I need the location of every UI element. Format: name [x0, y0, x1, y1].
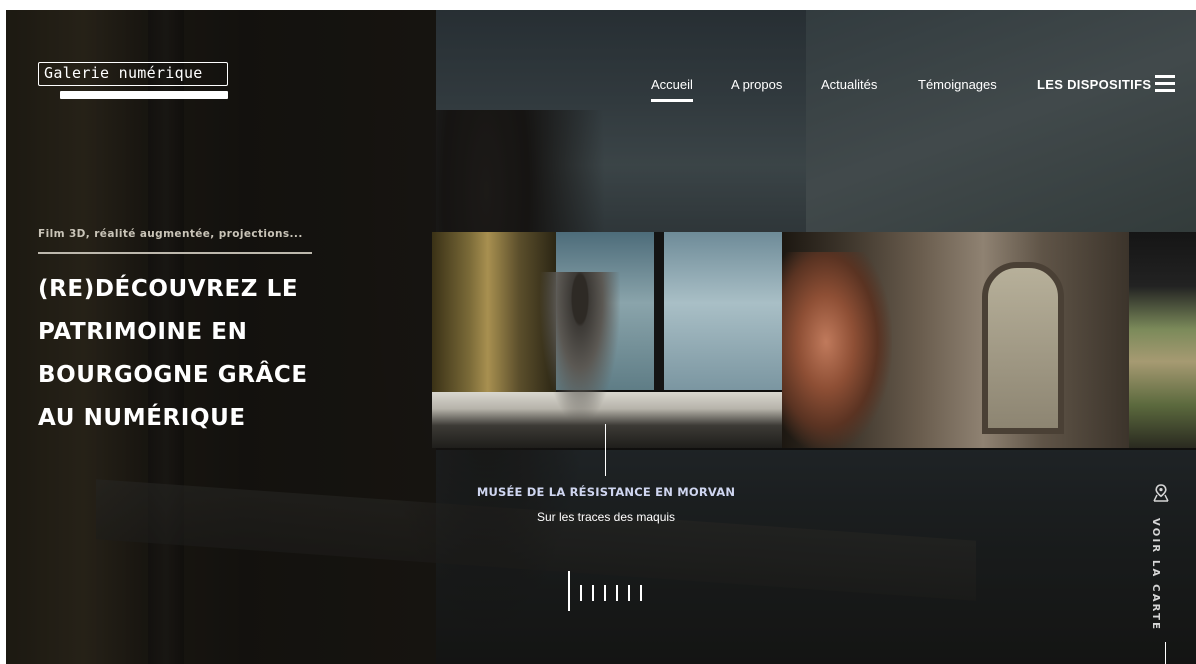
carousel-slide-abbey[interactable] — [782, 232, 1129, 448]
slide-subtitle: Sur les traces des maquis — [536, 510, 676, 524]
nav-item-les-dispositifs[interactable]: LES DISPOSITIFS — [1037, 77, 1151, 92]
carousel-pager — [568, 571, 658, 613]
pager-dot[interactable] — [592, 585, 594, 601]
slide-connector-line — [605, 424, 606, 476]
eyebrow-divider — [38, 252, 312, 254]
page: Galerie numérique Accueil A propos Actua… — [6, 10, 1196, 664]
nav-item-accueil[interactable]: Accueil — [651, 77, 693, 102]
map-pin-icon — [1153, 484, 1169, 502]
slide-title[interactable]: MUSÉE DE LA RÉSISTANCE EN MORVAN — [436, 485, 776, 499]
carousel-slide-resistance[interactable] — [432, 232, 782, 448]
pager-dot[interactable] — [640, 585, 642, 601]
headline-line: AU NUMÉRIQUE — [38, 405, 246, 431]
pager-dot[interactable] — [604, 585, 606, 601]
pager-dot[interactable] — [580, 585, 582, 601]
voir-la-carte-link[interactable]: VOIR LA CARTE — [1146, 482, 1176, 664]
nav-item-actualites[interactable]: Actualités — [821, 77, 877, 92]
map-link-rule — [1165, 642, 1166, 664]
voir-la-carte-label: VOIR LA CARTE — [1150, 518, 1161, 632]
dispositifs-carousel — [432, 232, 1196, 448]
carousel-slide-forest[interactable] — [1129, 232, 1196, 448]
hero-headline: (RE)DÉCOUVREZ LE PATRIMOINE EN BOURGOGNE… — [38, 268, 418, 440]
pager-dot[interactable] — [628, 585, 630, 601]
headline-line: PATRIMOINE EN — [38, 319, 248, 345]
hero-eyebrow: Film 3D, réalité augmentée, projections.… — [38, 228, 303, 240]
nav-item-temoignages[interactable]: Témoignages — [918, 77, 997, 92]
headline-line: (RE)DÉCOUVREZ LE — [38, 276, 299, 302]
nav-item-a-propos[interactable]: A propos — [731, 77, 782, 92]
main-nav: Accueil A propos Actualités Témoignages … — [6, 77, 1196, 107]
pager-dot-active[interactable] — [568, 571, 570, 611]
hamburger-icon[interactable] — [1155, 73, 1175, 93]
pager-dot[interactable] — [616, 585, 618, 601]
headline-line: BOURGOGNE GRÂCE — [38, 362, 308, 388]
